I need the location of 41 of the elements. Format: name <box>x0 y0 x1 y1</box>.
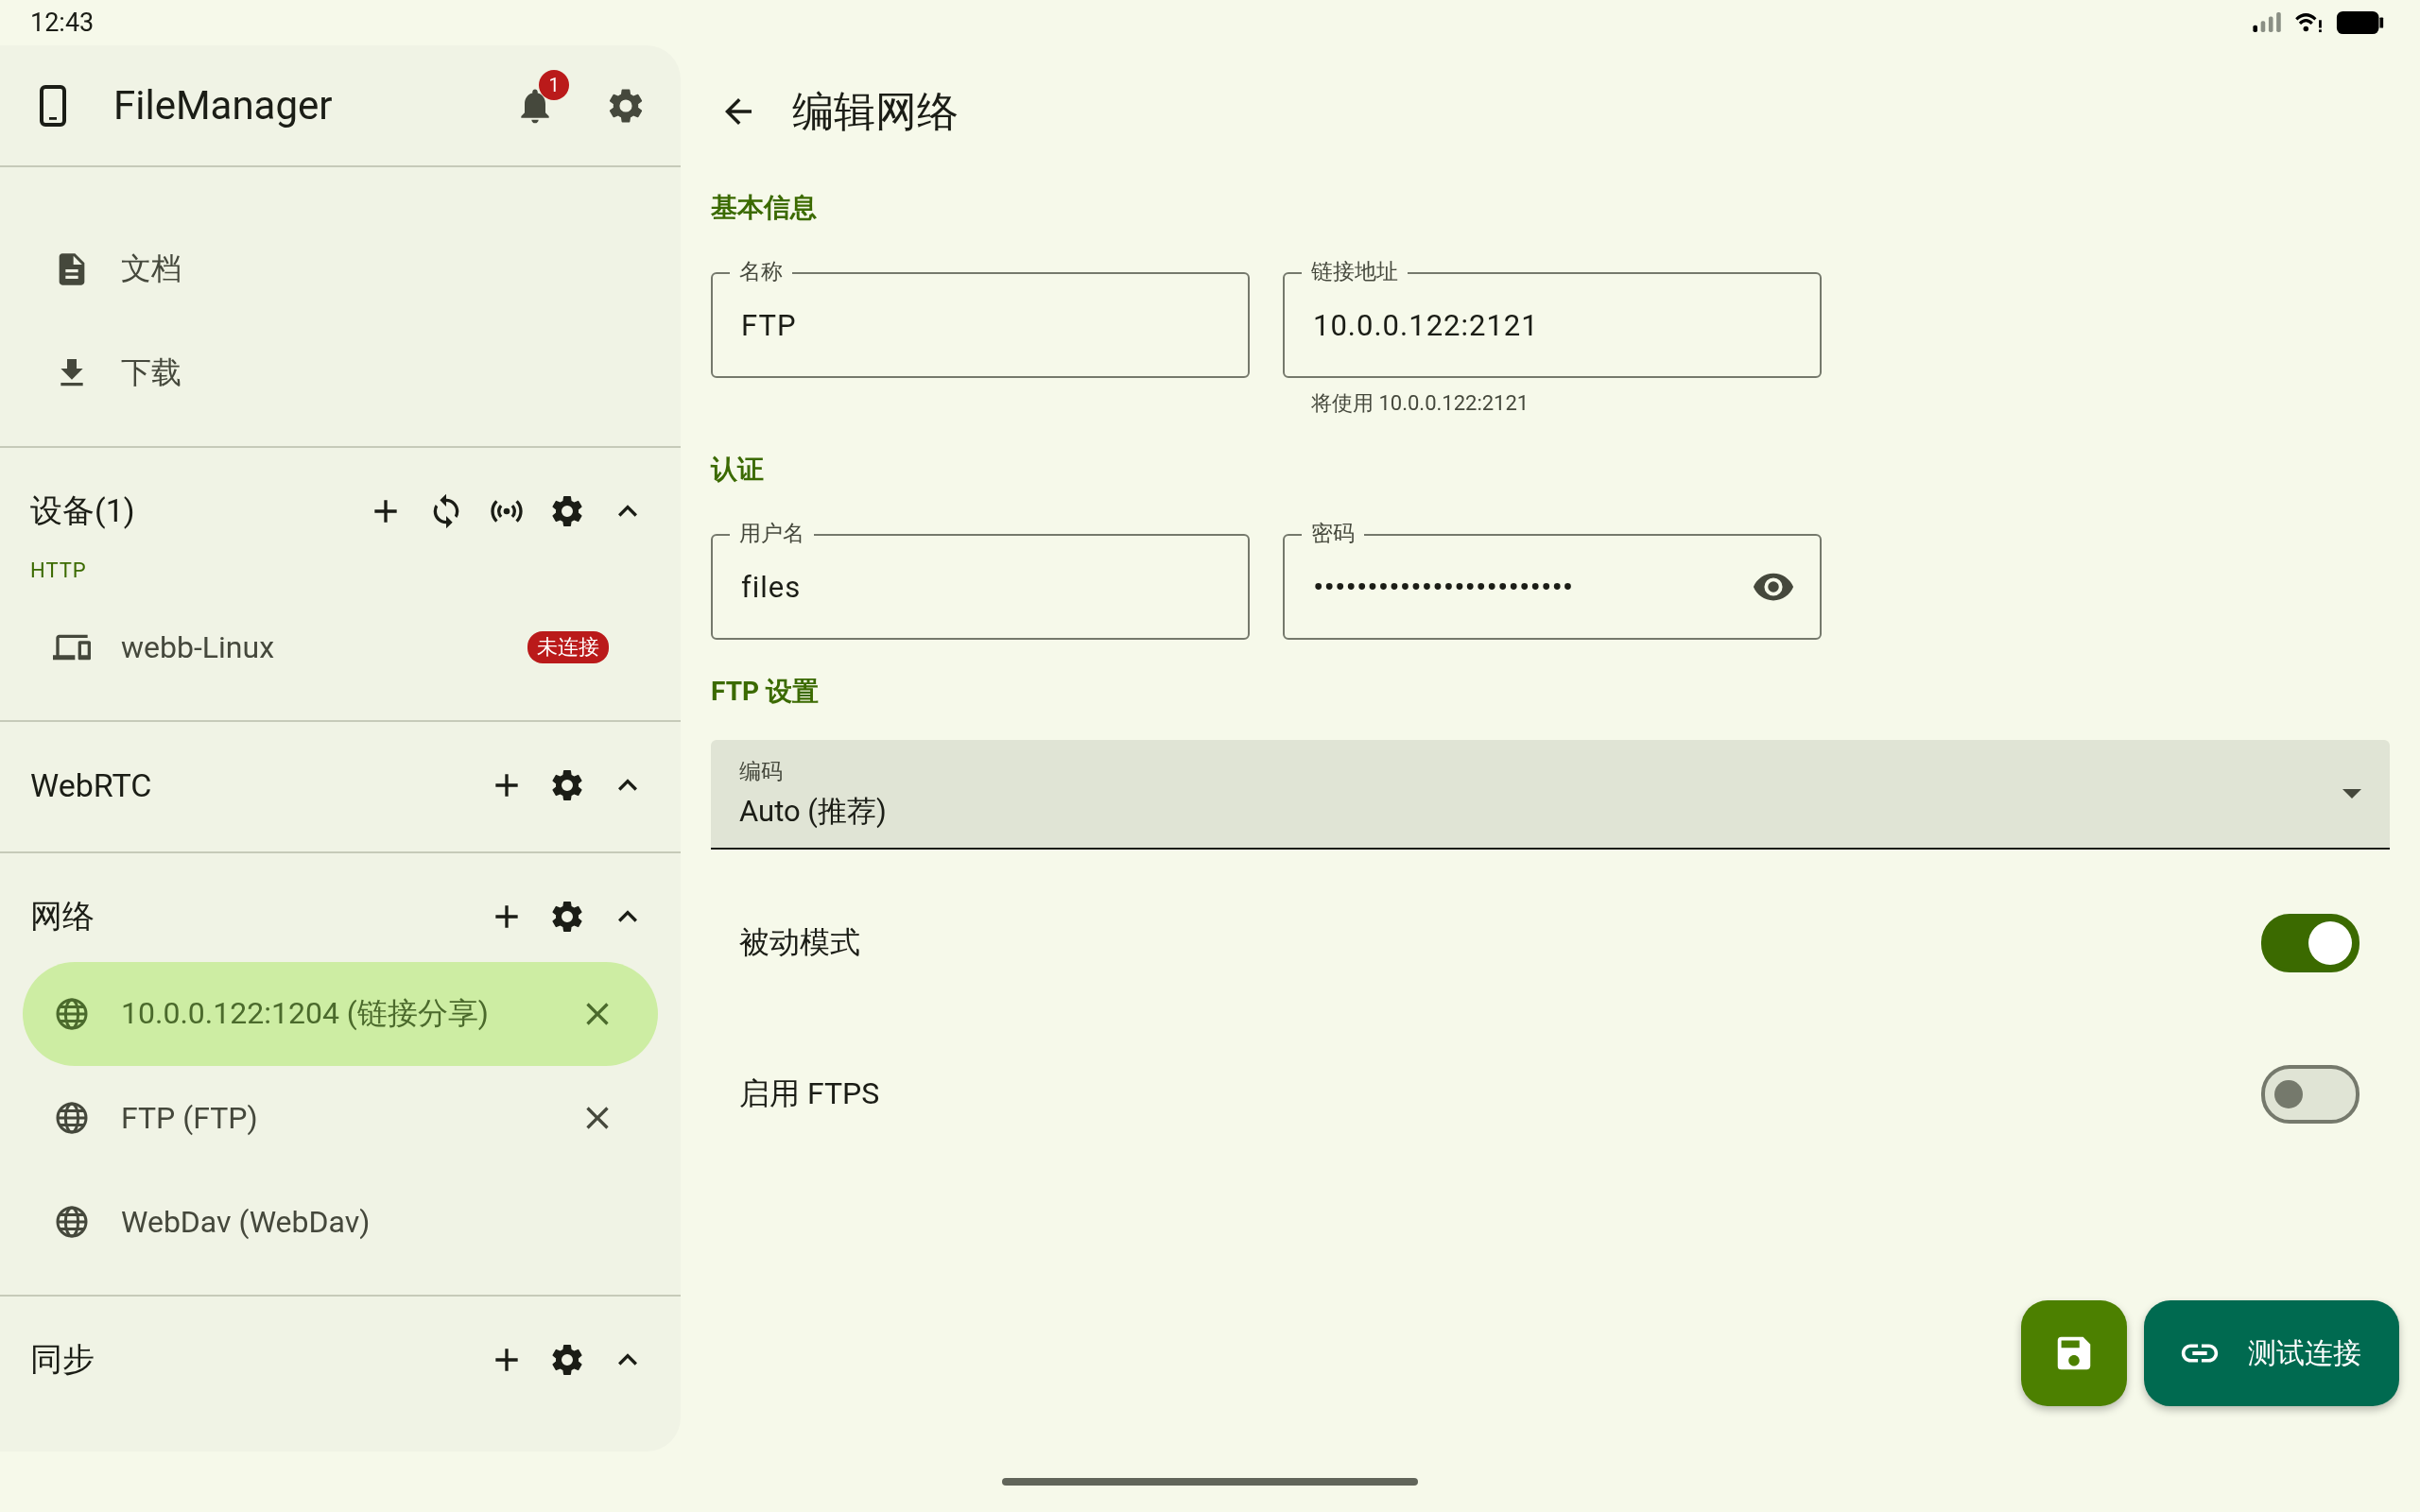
app-title: FileManager <box>113 82 334 129</box>
nav-item[interactable]: webb-Linux 未连接 <box>0 595 658 699</box>
nav-item[interactable]: 文档 <box>0 217 658 321</box>
field-value: Auto (推荐) <box>739 792 888 831</box>
section-title: FTP 设置 <box>711 675 819 709</box>
field-value: files <box>741 569 803 605</box>
section-title: 设备(1) <box>30 490 136 531</box>
section-title: 网络 <box>30 896 95 936</box>
setting-label: 启用 FTPS <box>739 1074 880 1113</box>
test-connection-button[interactable]: 测试连接 <box>2144 1300 2399 1406</box>
field-value: •••••••••••••••••••••••• <box>1313 568 1575 606</box>
password-field[interactable]: 密码 •••••••••••••••••••••••• <box>1283 518 1822 640</box>
field-label: 编码 <box>739 757 784 786</box>
text-field[interactable]: 链接地址 10.0.0.122:2121 <box>1283 256 1822 378</box>
section-title: 同步 <box>30 1339 95 1380</box>
section-title: WebRTC <box>30 766 153 804</box>
notification-count: 1 <box>539 69 569 100</box>
text-field[interactable]: 名称 FTP <box>711 256 1250 378</box>
save-button[interactable] <box>2021 1300 2127 1406</box>
page-title: 编辑网络 <box>792 85 959 138</box>
text-field[interactable]: 用户名 files <box>711 518 1250 640</box>
helper-text: 将使用 10.0.0.122:2121 <box>1310 390 1530 417</box>
nav-item[interactable]: 10.0.0.122:1204 (链接分享) <box>23 962 658 1066</box>
toggle-switch[interactable] <box>2261 1065 2360 1124</box>
toggle-switch[interactable] <box>2261 914 2360 972</box>
field-value: FTP <box>741 307 798 343</box>
nav-item[interactable]: 下载 <box>0 321 658 425</box>
setting-label: 被动模式 <box>739 923 860 962</box>
group-label: HTTP <box>29 558 88 584</box>
nav-item[interactable]: FTP (FTP) <box>0 1066 658 1170</box>
wifi-icon <box>2295 12 2324 33</box>
field-value: 10.0.0.122:2121 <box>1313 307 1540 343</box>
signal-icon <box>2252 12 2284 33</box>
battery-icon <box>2335 10 2386 35</box>
section-title: 认证 <box>711 453 764 487</box>
nav-item[interactable]: WebDav (WebDav) <box>0 1170 658 1274</box>
dropdown-caret-icon <box>2342 789 2361 799</box>
clock-time: 12:43 <box>30 8 95 38</box>
status-badge: 未连接 <box>527 631 609 663</box>
encoding-dropdown[interactable]: 编码 Auto (推荐) <box>711 740 2390 850</box>
section-title: 基本信息 <box>711 191 817 225</box>
